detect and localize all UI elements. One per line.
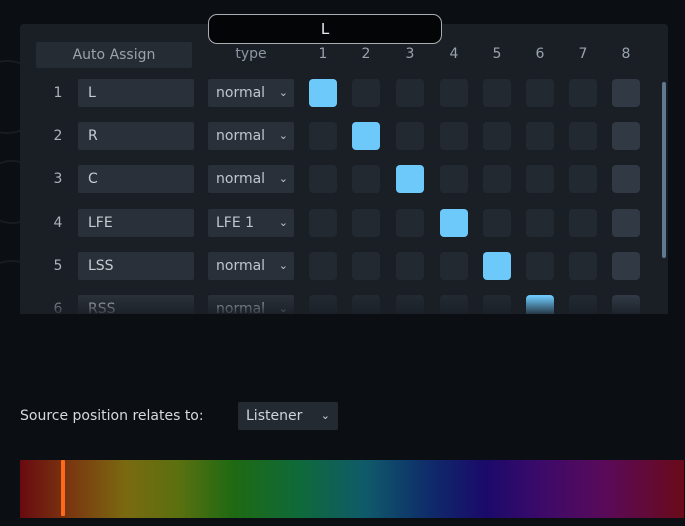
routing-cell[interactable] [440, 122, 468, 150]
routing-cell[interactable] [352, 209, 380, 237]
source-position-value: Listener [246, 408, 303, 424]
routing-cell[interactable] [612, 165, 640, 193]
channel-type-select[interactable]: normal ⌄ [208, 252, 294, 280]
routing-cell[interactable] [309, 122, 337, 150]
routing-cell[interactable] [396, 79, 424, 107]
routing-cell-active[interactable] [396, 165, 424, 193]
channel-name-field[interactable]: LFE [78, 209, 194, 237]
routing-cell[interactable] [352, 252, 380, 280]
channel-number: 2 [53, 128, 63, 144]
routing-cell[interactable] [612, 122, 640, 150]
output-column-header: 1 [318, 46, 328, 62]
output-column-header: 8 [621, 46, 631, 62]
chevron-down-icon: ⌄ [320, 409, 330, 422]
routing-cell[interactable] [483, 209, 511, 237]
channel-type-select[interactable]: LFE 1 ⌄ [208, 209, 294, 237]
output-column-header: 3 [405, 46, 415, 62]
routing-cell[interactable] [440, 79, 468, 107]
chevron-down-icon: ⌄ [278, 86, 288, 99]
channel-type-value: normal [216, 85, 266, 101]
channel-number: 4 [53, 215, 63, 231]
chevron-down-icon: ⌄ [278, 172, 288, 185]
output-column-header: 5 [492, 46, 502, 62]
source-position-select[interactable]: Listener ⌄ [238, 402, 338, 430]
output-column-header: 6 [535, 46, 545, 62]
routing-cell[interactable] [352, 165, 380, 193]
channel-number: 1 [53, 85, 63, 101]
routing-cell-active[interactable] [309, 79, 337, 107]
channel-type-select[interactable]: normal ⌄ [208, 79, 294, 107]
routing-cell[interactable] [396, 209, 424, 237]
chevron-down-icon: ⌄ [278, 259, 288, 272]
output-column-header: 4 [449, 46, 459, 62]
routing-cell[interactable] [396, 122, 424, 150]
routing-cell[interactable] [526, 79, 554, 107]
routing-cell[interactable] [309, 252, 337, 280]
channel-type-value: normal [216, 258, 266, 274]
auto-assign-button[interactable]: Auto Assign [36, 42, 192, 68]
scroll-fade [20, 296, 668, 314]
routing-cell[interactable] [483, 165, 511, 193]
channel-name-field[interactable]: C [78, 165, 194, 193]
routing-cell[interactable] [440, 165, 468, 193]
matrix-scrollbar[interactable] [662, 82, 666, 258]
output-column-header: 7 [578, 46, 588, 62]
routing-cell[interactable] [526, 122, 554, 150]
routing-cell[interactable] [526, 209, 554, 237]
routing-cell[interactable] [483, 79, 511, 107]
selected-channel-display[interactable]: L [208, 14, 442, 44]
routing-cell[interactable] [569, 165, 597, 193]
chevron-down-icon: ⌄ [278, 216, 288, 229]
routing-cell[interactable] [526, 252, 554, 280]
channel-name-field[interactable]: R [78, 122, 194, 150]
routing-cell-active[interactable] [483, 252, 511, 280]
chevron-down-icon: ⌄ [278, 129, 288, 142]
routing-cell[interactable] [396, 252, 424, 280]
spectrum-position-marker[interactable] [61, 460, 65, 516]
source-position-label: Source position relates to: [20, 408, 204, 424]
channel-name-field[interactable]: LSS [78, 252, 194, 280]
routing-cell[interactable] [569, 79, 597, 107]
panel-clip [0, 314, 685, 460]
channel-number: 3 [53, 171, 63, 187]
output-column-header: 2 [361, 46, 371, 62]
routing-cell[interactable] [569, 209, 597, 237]
routing-cell-active[interactable] [440, 209, 468, 237]
routing-cell[interactable] [309, 209, 337, 237]
routing-cell[interactable] [483, 122, 511, 150]
routing-cell[interactable] [612, 209, 640, 237]
channel-type-value: LFE 1 [216, 215, 255, 231]
routing-cell[interactable] [569, 122, 597, 150]
channel-type-select[interactable]: normal ⌄ [208, 122, 294, 150]
routing-cell[interactable] [440, 252, 468, 280]
routing-cell[interactable] [309, 165, 337, 193]
channel-type-value: normal [216, 128, 266, 144]
type-column-header: type [235, 46, 267, 62]
routing-cell-active[interactable] [352, 122, 380, 150]
routing-cell[interactable] [352, 79, 380, 107]
routing-cell[interactable] [612, 79, 640, 107]
channel-type-select[interactable]: normal ⌄ [208, 165, 294, 193]
frequency-spectrum-bar[interactable] [20, 460, 684, 518]
routing-cell[interactable] [569, 252, 597, 280]
channel-type-value: normal [216, 171, 266, 187]
routing-cell[interactable] [526, 165, 554, 193]
routing-cell[interactable] [612, 252, 640, 280]
channel-number: 5 [53, 258, 63, 274]
channel-name-field[interactable]: L [78, 79, 194, 107]
